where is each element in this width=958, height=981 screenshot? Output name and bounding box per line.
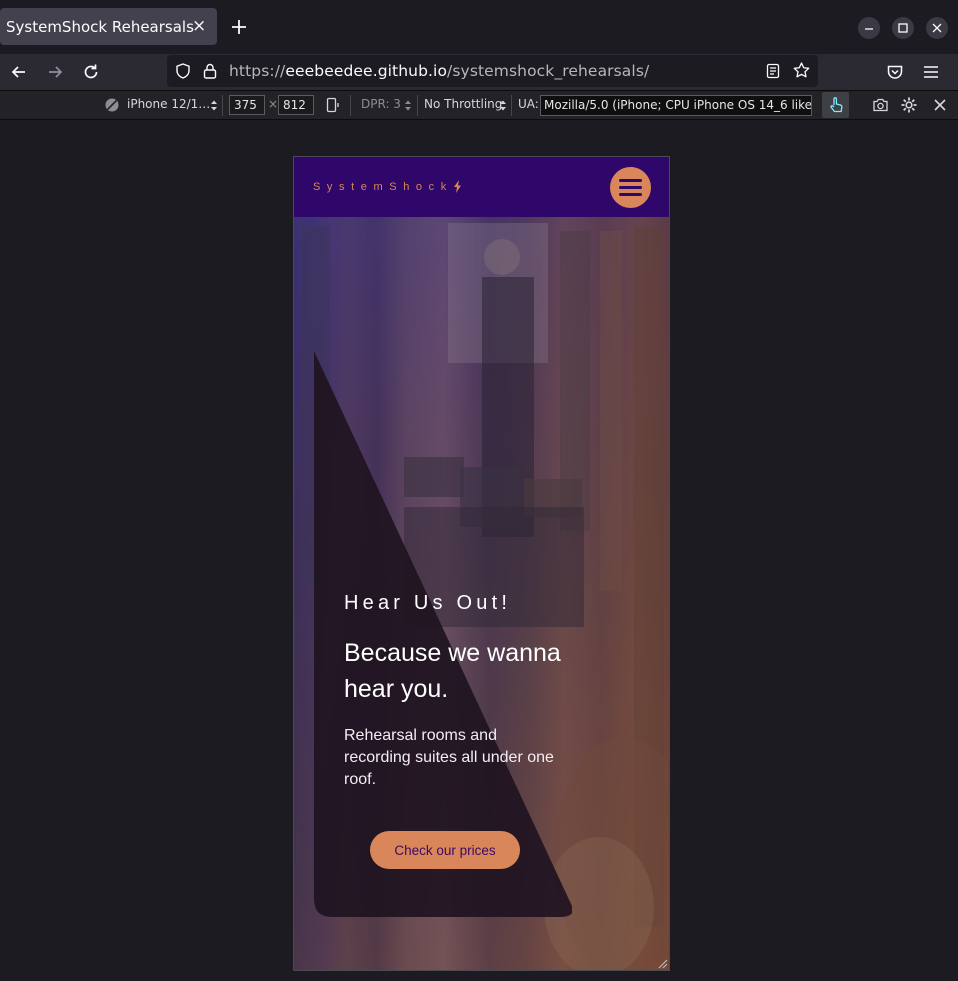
tab-close-icon[interactable]: × bbox=[192, 16, 206, 36]
close-rdm-icon[interactable] bbox=[933, 98, 947, 112]
bookmark-star-icon[interactable] bbox=[792, 61, 811, 80]
hamburger-bar bbox=[619, 186, 642, 189]
hero-section: Hear Us Out! Because we wanna hear you. … bbox=[294, 217, 669, 970]
separator bbox=[222, 95, 223, 116]
separator bbox=[350, 95, 351, 116]
dpr-selector[interactable]: DPR: 3 bbox=[361, 97, 401, 111]
ua-label: UA: bbox=[518, 97, 539, 111]
viewport-width-input[interactable]: 375 bbox=[229, 95, 265, 115]
user-agent-input[interactable]: Mozilla/5.0 (iPhone; CPU iPhone OS 14_6 … bbox=[540, 95, 812, 116]
touch-icon bbox=[830, 97, 843, 113]
dimension-times: × bbox=[268, 97, 279, 111]
separator bbox=[511, 95, 512, 116]
reload-icon[interactable] bbox=[81, 62, 101, 82]
url-scheme: https:// bbox=[229, 62, 286, 80]
navigation-bar: https://eeebeedee.github.io/systemshock_… bbox=[0, 54, 958, 90]
site-logo[interactable]: SystemShock bbox=[313, 181, 453, 193]
device-selector[interactable]: iPhone 12/1… bbox=[127, 97, 210, 111]
throttling-selector[interactable]: No Throttling bbox=[424, 97, 502, 111]
reader-view-icon[interactable] bbox=[765, 63, 781, 79]
settings-gear-icon[interactable] bbox=[900, 96, 918, 114]
device-frame: SystemShock Hear Us Out! Because we wann… bbox=[293, 156, 670, 971]
hamburger-menu-button[interactable] bbox=[610, 167, 651, 208]
hero-subtitle: Rehearsal rooms and recording suites all… bbox=[344, 727, 554, 788]
lock-icon[interactable] bbox=[202, 62, 218, 80]
tab-title: SystemShock Rehearsals bbox=[6, 18, 194, 36]
back-icon[interactable] bbox=[9, 62, 29, 82]
device-dropdown-icon[interactable] bbox=[211, 100, 217, 111]
screenshot-icon[interactable] bbox=[872, 97, 889, 113]
shield-icon[interactable] bbox=[174, 62, 192, 80]
check-prices-button[interactable]: Check our prices bbox=[370, 831, 520, 869]
responsive-design-toolbar: iPhone 12/1… 375 × 812 DPR: 3 No Throttl… bbox=[0, 90, 958, 120]
resize-handle-icon[interactable] bbox=[656, 957, 668, 969]
maximize-icon bbox=[898, 23, 908, 33]
touch-simulation-button[interactable] bbox=[822, 92, 849, 118]
pocket-icon[interactable] bbox=[885, 62, 905, 82]
menu-icon[interactable] bbox=[921, 62, 941, 82]
hero-kicker: Hear Us Out! bbox=[344, 592, 512, 614]
url-text[interactable]: https://eeebeedee.github.io/systemshock_… bbox=[229, 62, 649, 80]
url-host: eeebeedee.github.io bbox=[285, 62, 448, 80]
hero-title: Because we wanna hear you. bbox=[344, 639, 561, 703]
dpr-dropdown-icon[interactable] bbox=[405, 100, 411, 111]
rotate-disabled-icon bbox=[105, 98, 119, 112]
site-header: SystemShock bbox=[294, 157, 669, 217]
url-bar[interactable]: https://eeebeedee.github.io/systemshock_… bbox=[167, 55, 818, 87]
tab-strip: SystemShock Rehearsals × bbox=[0, 0, 958, 54]
minimize-icon bbox=[865, 28, 873, 30]
close-window-button[interactable] bbox=[926, 17, 948, 39]
hamburger-bar bbox=[619, 179, 642, 182]
minimize-button[interactable] bbox=[858, 17, 880, 39]
rotate-viewport-icon[interactable] bbox=[325, 97, 341, 113]
url-path: /systemshock_rehearsals/ bbox=[447, 62, 650, 80]
browser-tab[interactable]: SystemShock Rehearsals × bbox=[0, 8, 217, 45]
forward-icon[interactable] bbox=[45, 62, 65, 82]
hamburger-bar bbox=[619, 193, 642, 196]
separator bbox=[417, 95, 418, 116]
throttling-dropdown-icon[interactable] bbox=[500, 100, 506, 111]
lightning-bolt-icon bbox=[454, 180, 461, 193]
new-tab-icon[interactable] bbox=[228, 16, 250, 38]
close-icon bbox=[932, 23, 942, 33]
maximize-button[interactable] bbox=[892, 17, 914, 39]
viewport-height-input[interactable]: 812 bbox=[278, 95, 314, 115]
